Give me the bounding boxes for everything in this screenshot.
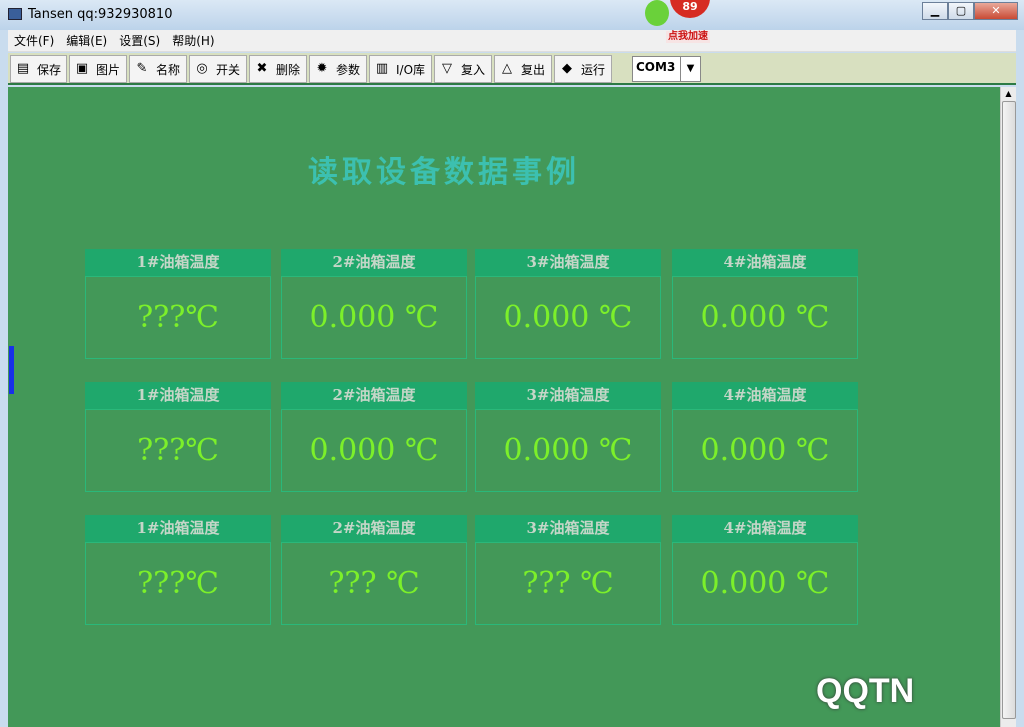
window-frame — [1016, 30, 1024, 727]
toolbar-label: 保存 — [37, 62, 62, 77]
toolbar: COM3 ▼ ▤ 保存 ▣ 图片 ✎ 名称 ◎ 开关 ✖ 删除 ✹ 参数 ▥ I/O库 ▽ 复入 △ 复出 ◆ 运行 — [8, 53, 1016, 85]
gear-icon: ✹ — [316, 61, 328, 76]
toolbar-label: 删除 — [276, 62, 301, 77]
minimize-button[interactable]: ▁ — [922, 2, 948, 20]
temperature-card: 2#油箱温度??? ℃ — [281, 515, 467, 625]
card-value: 0.000 ℃ — [281, 409, 467, 492]
menu-bar: 文件(F) 编辑(E) 设置(S) 帮助(H) — [8, 30, 1016, 52]
toolbar-label: 参数 — [336, 62, 361, 77]
temperature-card: 1#油箱温度 ???℃ — [85, 515, 271, 625]
speed-up-link[interactable]: 点我加速 — [666, 31, 710, 43]
run-icon: ◆ — [562, 61, 572, 76]
card-value: 0.000 ℃ — [475, 276, 661, 359]
card-label: 4#油箱温度 — [672, 249, 858, 276]
toolbar-label: 复出 — [521, 62, 546, 77]
card-value: ???℃ — [85, 542, 271, 625]
card-label: 2#油箱温度 — [281, 382, 467, 409]
scroll-thumb[interactable] — [1002, 101, 1016, 719]
temperature-card: 3#油箱温度 0.000 ℃ — [475, 382, 661, 492]
switch-icon: ◎ — [196, 61, 208, 76]
toolbar-label: 名称 — [156, 62, 181, 77]
database-icon: ▥ — [375, 61, 389, 76]
card-value: 0.000 ℃ — [672, 276, 858, 359]
maximize-button[interactable]: ▢ — [948, 2, 974, 20]
card-value: ???℃ — [85, 409, 271, 492]
triangle-up-icon: △ — [502, 61, 512, 76]
card-label: 2#油箱温度 — [281, 515, 467, 542]
speed-badge[interactable]: 89 — [670, 0, 710, 18]
card-label: 1#油箱温度 — [85, 515, 271, 542]
save-icon: ▤ — [16, 61, 30, 76]
com-port-value: COM3 — [636, 60, 676, 74]
mascot-icon — [645, 0, 669, 26]
card-label: 3#油箱温度 — [475, 382, 661, 409]
main-panel: 读取设备数据事例 1#油箱温度 ???℃ 2#油箱温度 0.000 ℃ 3#油箱温度 0.… — [8, 87, 1000, 727]
scroll-up-icon[interactable]: ▲ — [1001, 87, 1016, 101]
toolbar-button-6[interactable]: ▥ I/O库 — [369, 55, 432, 83]
com-port-select[interactable]: COM3 ▼ — [632, 56, 701, 82]
temperature-card: 1#油箱温度 ???℃ — [85, 382, 271, 492]
card-label: 3#油箱温度 — [475, 249, 661, 276]
temperature-card: 4#油箱温度 0.000 ℃ — [672, 249, 858, 359]
menu-file[interactable]: 文件(F) — [8, 32, 60, 49]
menu-settings[interactable]: 设置(S) — [113, 32, 166, 49]
card-value: 0.000 ℃ — [672, 542, 858, 625]
card-label: 4#油箱温度 — [672, 515, 858, 542]
menu-help[interactable]: 帮助(H) — [166, 32, 220, 49]
card-label: 3#油箱温度 — [475, 515, 661, 542]
toolbar-button-7[interactable]: ▽ 复入 — [434, 55, 492, 83]
toolbar-label: I/O库 — [396, 62, 426, 77]
temperature-card: 2#油箱温度 0.000 ℃ — [281, 249, 467, 359]
toolbar-label: 图片 — [96, 62, 121, 77]
card-label: 2#油箱温度 — [281, 249, 467, 276]
delete-icon: ✖ — [256, 61, 268, 76]
chevron-down-icon[interactable]: ▼ — [680, 57, 700, 81]
card-label: 4#油箱温度 — [672, 382, 858, 409]
toolbar-button-9[interactable]: ◆ 运行 — [554, 55, 612, 83]
watermark-logo: QQTN — [816, 672, 915, 710]
toolbar-button-1[interactable]: ▣ 图片 — [69, 55, 127, 83]
toolbar-label: 开关 — [216, 62, 241, 77]
picture-icon: ▣ — [75, 61, 89, 76]
temperature-card: 2#油箱温度 0.000 ℃ — [281, 382, 467, 492]
card-value: ??? ℃ — [281, 542, 467, 625]
window-title: Tansen qq:932930810 — [28, 7, 173, 22]
card-value: ???℃ — [85, 276, 271, 359]
close-button[interactable]: ✕ — [974, 2, 1018, 20]
toolbar-button-0[interactable]: ▤ 保存 — [10, 55, 67, 83]
title-bar: Tansen qq:932930810 89 ▁ ▢ ✕ — [0, 0, 1024, 30]
toolbar-button-4[interactable]: ✖ 删除 — [249, 55, 307, 83]
page-title: 读取设备数据事例 — [308, 155, 580, 190]
card-value: ??? ℃ — [475, 542, 661, 625]
card-value: 0.000 ℃ — [672, 409, 858, 492]
card-label: 1#油箱温度 — [85, 382, 271, 409]
card-value: 0.000 ℃ — [281, 276, 467, 359]
temperature-card: 4#油箱温度 0.000 ℃ — [672, 515, 858, 625]
left-marker — [9, 346, 14, 394]
toolbar-label: 运行 — [581, 62, 606, 77]
card-label: 1#油箱温度 — [85, 249, 271, 276]
triangle-down-icon: ▽ — [442, 61, 452, 76]
app-icon — [8, 8, 22, 20]
temperature-card: 1#油箱温度 ???℃ — [85, 249, 271, 359]
temperature-card: 4#油箱温度 0.000 ℃ — [672, 382, 858, 492]
vertical-scrollbar[interactable]: ▲ — [1000, 87, 1016, 727]
toolbar-button-2[interactable]: ✎ 名称 — [129, 55, 187, 83]
toolbar-button-5[interactable]: ✹ 参数 — [309, 55, 367, 83]
toolbar-label: 复入 — [461, 62, 486, 77]
toolbar-button-8[interactable]: △ 复出 — [494, 55, 552, 83]
name-icon: ✎ — [136, 61, 148, 76]
card-value: 0.000 ℃ — [475, 409, 661, 492]
toolbar-button-3[interactable]: ◎ 开关 — [189, 55, 247, 83]
temperature-card: 3#油箱温度 0.000 ℃ — [475, 249, 661, 359]
temperature-card: 3#油箱温度??? ℃ — [475, 515, 661, 625]
menu-edit[interactable]: 编辑(E) — [60, 32, 113, 49]
